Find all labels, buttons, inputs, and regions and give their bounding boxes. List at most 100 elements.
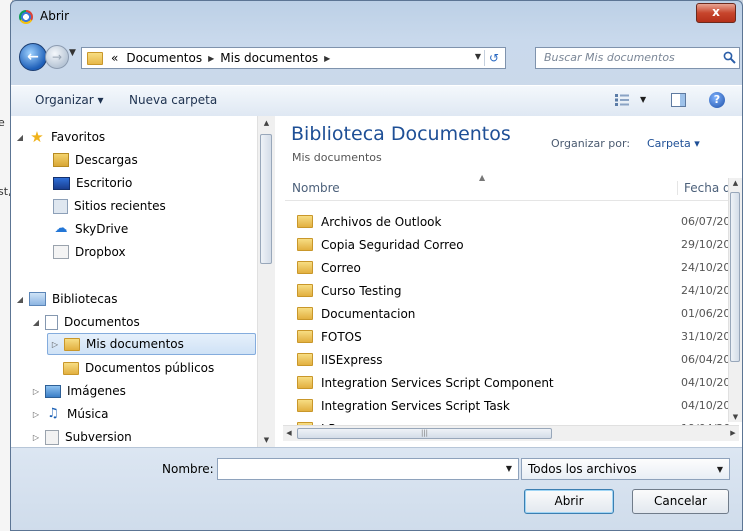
expand-arrow-icon[interactable]: ◢ <box>15 133 25 142</box>
file-date: 24/10/20 <box>681 284 731 297</box>
scroll-left-arrow-icon[interactable]: ◀ <box>283 429 295 437</box>
sidebar-item-subversion[interactable]: ▷ Subversion <box>31 427 132 447</box>
sidebar-item-descargas[interactable]: Descargas <box>53 150 138 170</box>
desktop-icon <box>53 176 70 190</box>
expand-arrow-icon[interactable]: ◢ <box>31 318 41 327</box>
filename-dropdown-icon[interactable]: ▼ <box>506 464 512 473</box>
downloads-folder-icon <box>53 153 69 167</box>
navigation-bar: ← → ▼ « Documentos ▶ Mis documentos ▶ ▼ … <box>11 39 742 73</box>
list-item[interactable]: Documentacion 01/06/20 <box>297 302 737 325</box>
sidebar-item-label: Mis documentos <box>86 337 184 351</box>
view-dropdown-icon[interactable]: ▼ <box>640 95 646 104</box>
column-header-name[interactable]: Nombre <box>292 181 340 195</box>
expand-arrow-icon[interactable]: ◢ <box>15 295 25 304</box>
sidebar-item-musica[interactable]: ▷ ♫ Música <box>31 404 109 424</box>
navigation-pane-scrollbar[interactable]: ▲ ▼ <box>257 116 275 447</box>
arrange-by-dropdown[interactable]: Carpeta ▾ <box>647 137 700 150</box>
organize-menu-button[interactable]: Organizar ▾ <box>35 93 104 107</box>
scrollbar-thumb[interactable] <box>260 134 272 264</box>
close-button[interactable]: x <box>696 3 736 23</box>
sidebar-item-sitios-recientes[interactable]: Sitios recientes <box>53 196 166 216</box>
file-list-pane: Biblioteca Documentos Mis documentos Org… <box>275 116 742 447</box>
scrollbar-thumb[interactable] <box>730 192 740 362</box>
address-bar[interactable]: « Documentos ▶ Mis documentos ▶ ▼ ↺ <box>81 47 506 69</box>
sidebar-item-label: Documentos <box>64 315 140 329</box>
back-button[interactable]: ← <box>19 43 47 71</box>
filetype-select[interactable]: Todos los archivos ▼ <box>521 458 730 480</box>
preview-pane-icon[interactable] <box>671 93 686 107</box>
breadcrumb-separator-icon[interactable]: ▶ <box>324 54 330 63</box>
chrome-app-icon <box>19 10 33 24</box>
list-item[interactable]: Archivos de Outlook 06/07/20 <box>297 210 737 233</box>
sidebar-item-label: Imágenes <box>67 384 126 398</box>
folder-icon <box>63 361 79 375</box>
star-icon: ★ <box>30 128 44 146</box>
sidebar-item-escritorio[interactable]: Escritorio <box>53 173 132 193</box>
subversion-library-icon <box>45 429 59 445</box>
filename-combobox[interactable]: ▼ <box>217 458 519 480</box>
new-folder-button[interactable]: Nueva carpeta <box>129 93 217 107</box>
file-name: Integration Services Script Component <box>321 375 554 390</box>
sidebar-item-documentos-publicos[interactable]: Documentos públicos <box>63 358 214 378</box>
folder-icon <box>297 399 313 412</box>
file-date: 06/04/20 <box>681 353 731 366</box>
scroll-up-arrow-icon[interactable]: ▲ <box>258 119 275 127</box>
breadcrumb-separator-icon[interactable]: ▶ <box>208 54 214 63</box>
sidebar-item-label: Documentos públicos <box>85 361 215 375</box>
search-box[interactable] <box>535 47 740 69</box>
filetype-dropdown-icon[interactable]: ▼ <box>717 465 723 474</box>
file-list-vertical-scrollbar[interactable]: ▲ ▼ <box>728 178 742 422</box>
sidebar-item-favoritos[interactable]: ◢ ★ Favoritos <box>15 127 105 147</box>
list-item[interactable]: Integration Services Script Task 04/10/2… <box>297 394 737 417</box>
folder-icon <box>297 261 313 274</box>
file-list-horizontal-scrollbar[interactable]: ◀ ||| ▶ <box>283 425 739 441</box>
history-dropdown-icon[interactable]: ▼ <box>69 48 76 58</box>
list-item[interactable]: FOTOS 31/10/20 <box>297 325 737 348</box>
file-date: 31/10/20 <box>681 330 731 343</box>
expand-arrow-icon[interactable]: ▷ <box>31 410 41 419</box>
sidebar-item-skydrive[interactable]: ☁ SkyDrive <box>53 219 129 239</box>
sidebar-item-documentos[interactable]: ◢ Documentos <box>31 312 140 332</box>
list-item[interactable]: Copia Seguridad Correo 29/10/20 <box>297 233 737 256</box>
list-item[interactable]: Integration Services Script Component 04… <box>297 371 737 394</box>
file-date: 04/10/20 <box>681 376 731 389</box>
address-dropdown-icon[interactable]: ▼ <box>475 52 481 61</box>
search-icon[interactable] <box>723 51 736 64</box>
open-button[interactable]: Abrir <box>524 489 614 514</box>
dialog-footer: Nombre: ▼ Todos los archivos ▼ Abrir Can… <box>11 447 742 530</box>
sidebar-item-mis-documentos[interactable]: ▷ Mis documentos <box>47 333 256 355</box>
sidebar-item-dropbox[interactable]: Dropbox <box>53 242 126 262</box>
search-input[interactable] <box>542 50 716 65</box>
scrollbar-thumb[interactable]: ||| <box>297 428 552 439</box>
breadcrumb-overflow[interactable]: « <box>111 51 118 65</box>
cancel-button[interactable]: Cancelar <box>632 489 729 514</box>
scroll-right-arrow-icon[interactable]: ▶ <box>727 429 739 437</box>
sort-indicator-icon: ▲ <box>479 173 486 182</box>
folder-icon <box>297 330 313 343</box>
file-date: 01/06/20 <box>681 307 731 320</box>
file-name: Curso Testing <box>321 283 402 298</box>
list-item[interactable]: IISExpress 06/04/20 <box>297 348 737 371</box>
sidebar-item-bibliotecas[interactable]: ◢ Bibliotecas <box>15 289 117 309</box>
sidebar-item-imagenes[interactable]: ▷ Imágenes <box>31 381 126 401</box>
expand-arrow-icon[interactable]: ▷ <box>50 340 60 349</box>
breadcrumb-mis-documentos[interactable]: Mis documentos <box>220 51 318 65</box>
file-name: Archivos de Outlook <box>321 214 442 229</box>
file-name: FOTOS <box>321 329 362 344</box>
list-item[interactable]: Correo 24/10/20 <box>297 256 737 279</box>
file-date: 29/10/20 <box>681 238 731 251</box>
breadcrumb-documentos[interactable]: Documentos <box>126 51 202 65</box>
sidebar-item-label: Dropbox <box>75 245 126 259</box>
help-icon[interactable]: ? <box>709 92 725 108</box>
scroll-up-arrow-icon[interactable]: ▲ <box>729 179 742 187</box>
expand-arrow-icon[interactable]: ▷ <box>31 387 41 396</box>
list-item[interactable]: Curso Testing 24/10/20 <box>297 279 737 302</box>
filename-input[interactable] <box>222 462 496 478</box>
scroll-down-arrow-icon[interactable]: ▼ <box>729 413 742 421</box>
pictures-library-icon <box>45 384 61 398</box>
refresh-icon[interactable]: ↺ <box>484 50 503 66</box>
scroll-down-arrow-icon[interactable]: ▼ <box>258 436 275 444</box>
expand-arrow-icon[interactable]: ▷ <box>31 433 41 442</box>
forward-button[interactable]: → <box>45 45 69 69</box>
change-view-icon[interactable] <box>615 94 629 106</box>
